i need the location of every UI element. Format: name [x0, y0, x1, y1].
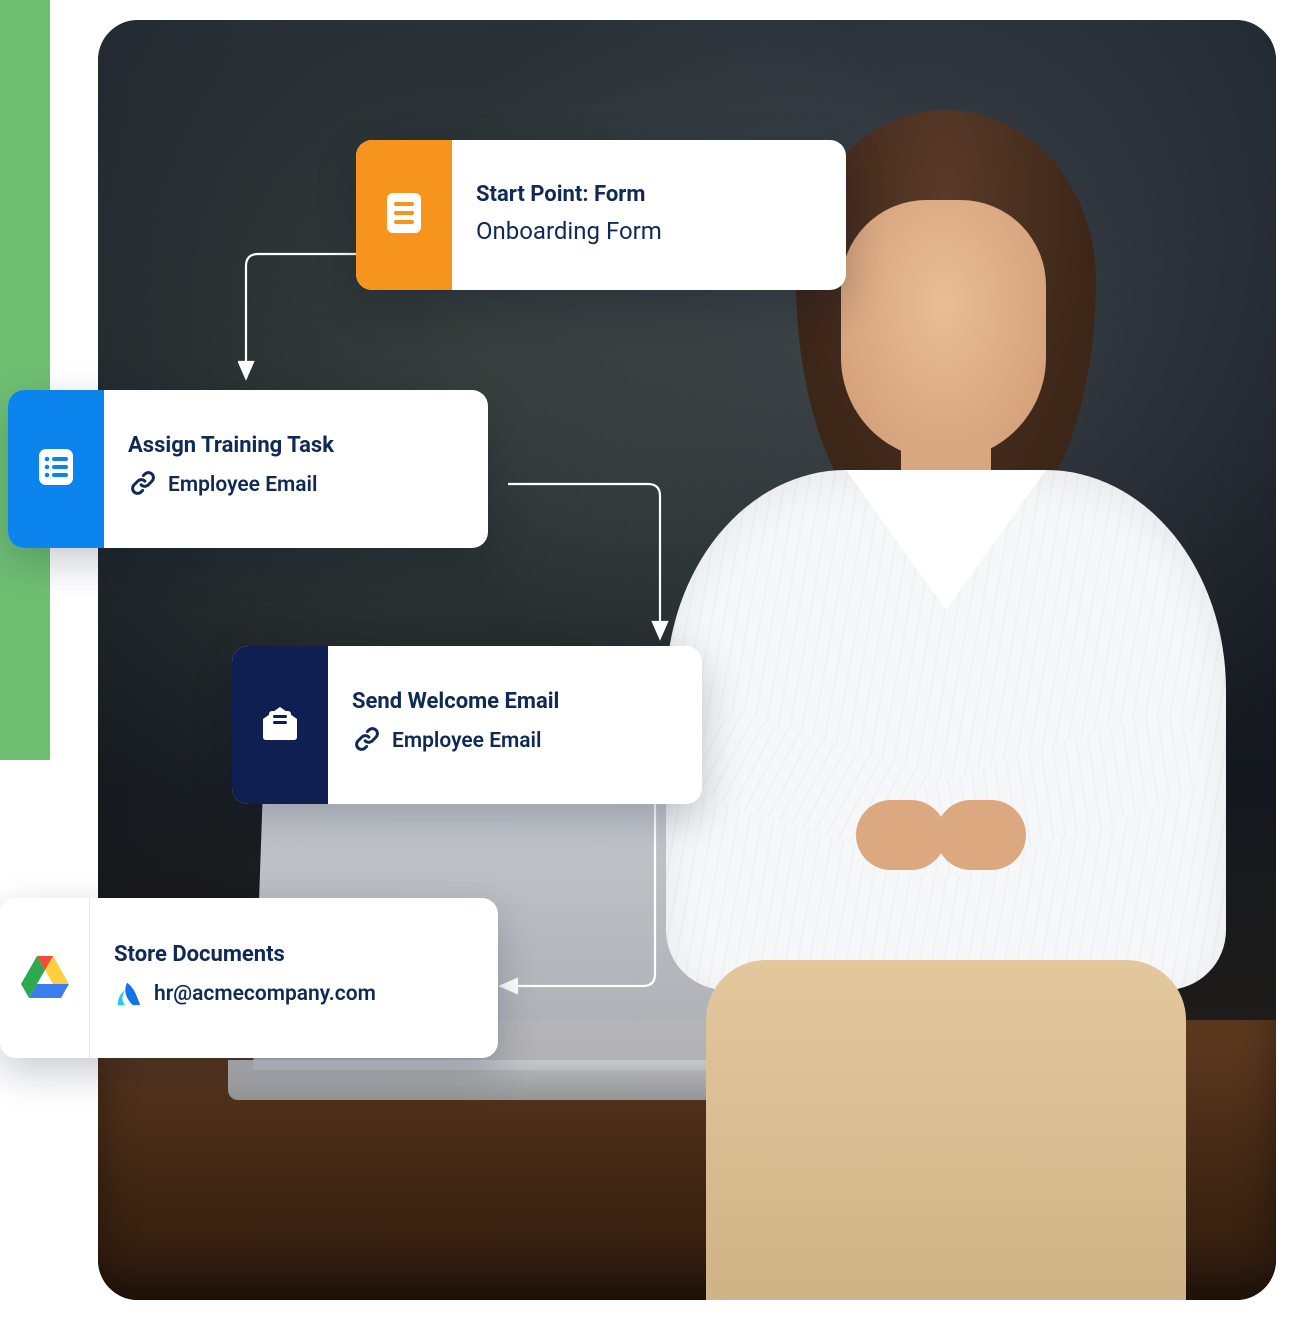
card-title: Send Welcome Email — [352, 689, 559, 714]
decorative-strip — [0, 0, 50, 760]
card-start-point[interactable]: Start Point: Form Onboarding Form — [356, 140, 846, 290]
card-subtitle: Onboarding Form — [476, 217, 662, 245]
card-link-text: Employee Email — [168, 473, 317, 497]
card-link-text: Employee Email — [392, 729, 541, 753]
connector-2 — [500, 476, 670, 646]
card-title: Store Documents — [114, 942, 376, 967]
card-assign-training[interactable]: Assign Training Task Employee Email — [8, 390, 488, 548]
mail-icon — [256, 699, 304, 751]
card-welcome-email[interactable]: Send Welcome Email Employee Email — [232, 646, 702, 804]
link-icon — [352, 724, 382, 758]
card-title: Assign Training Task — [128, 433, 334, 458]
card-account-text: hr@acmecompany.com — [154, 982, 376, 1006]
connector-1 — [238, 246, 368, 386]
workflow-diagram: Start Point: Form Onboarding Form Assign… — [0, 0, 1294, 1320]
connector-3 — [495, 796, 665, 996]
card-title: Start Point: Form — [476, 182, 662, 207]
drive-icon — [20, 953, 70, 1003]
atlassian-icon — [114, 977, 144, 1011]
checklist-icon — [33, 444, 79, 494]
form-icon — [381, 190, 427, 240]
link-icon — [128, 468, 158, 502]
card-store-documents[interactable]: Store Documents hr@acmecompany.com — [0, 898, 498, 1058]
